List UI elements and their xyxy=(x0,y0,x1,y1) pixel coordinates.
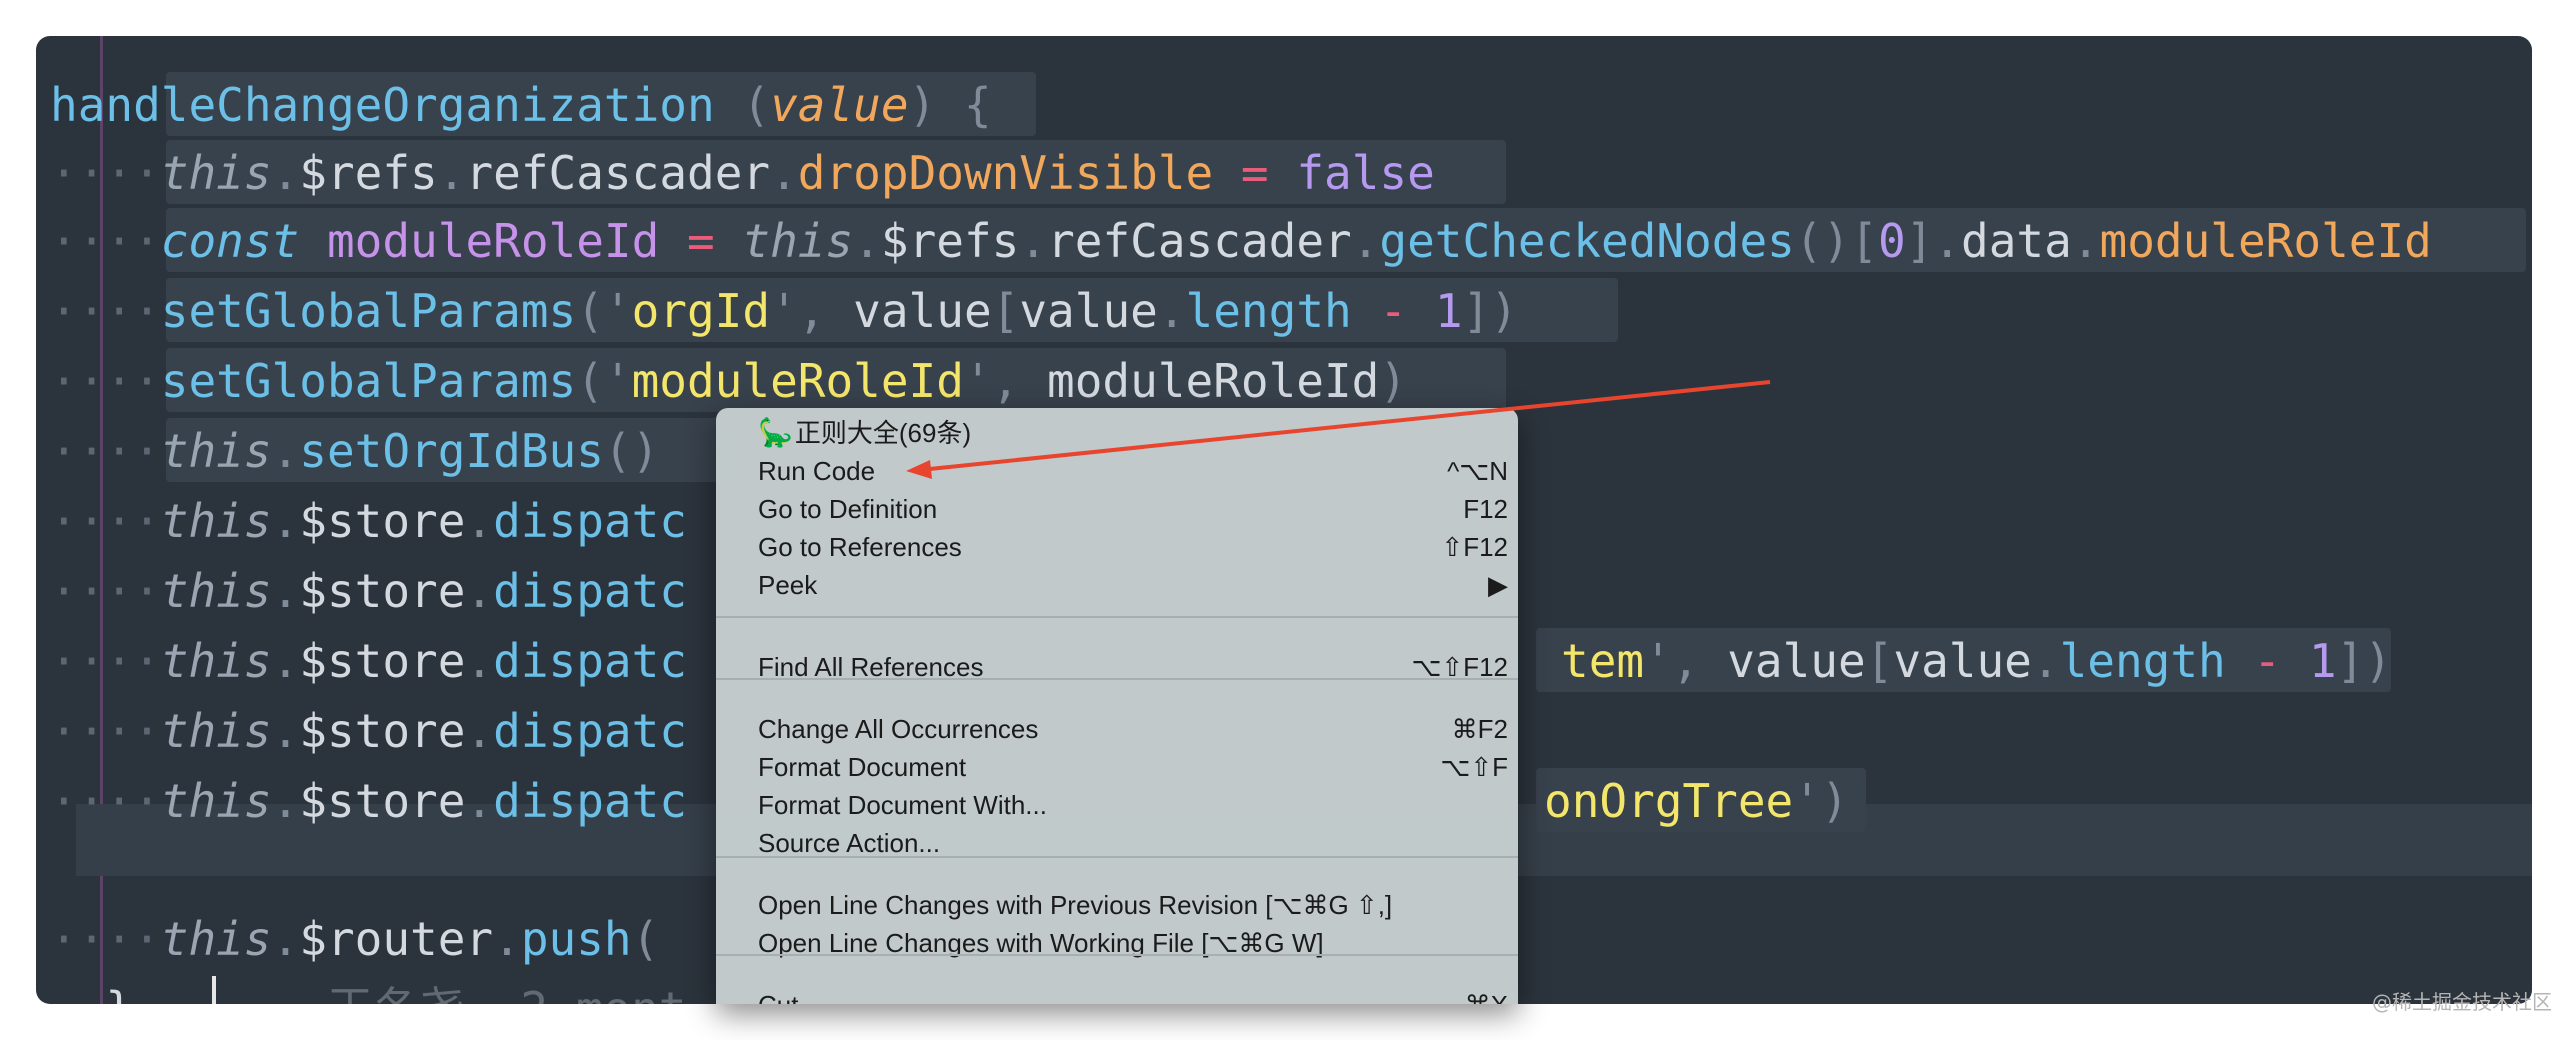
annotation-arrow xyxy=(906,380,1771,479)
watermark: @稀土掘金技术社区 xyxy=(2372,990,2552,1014)
